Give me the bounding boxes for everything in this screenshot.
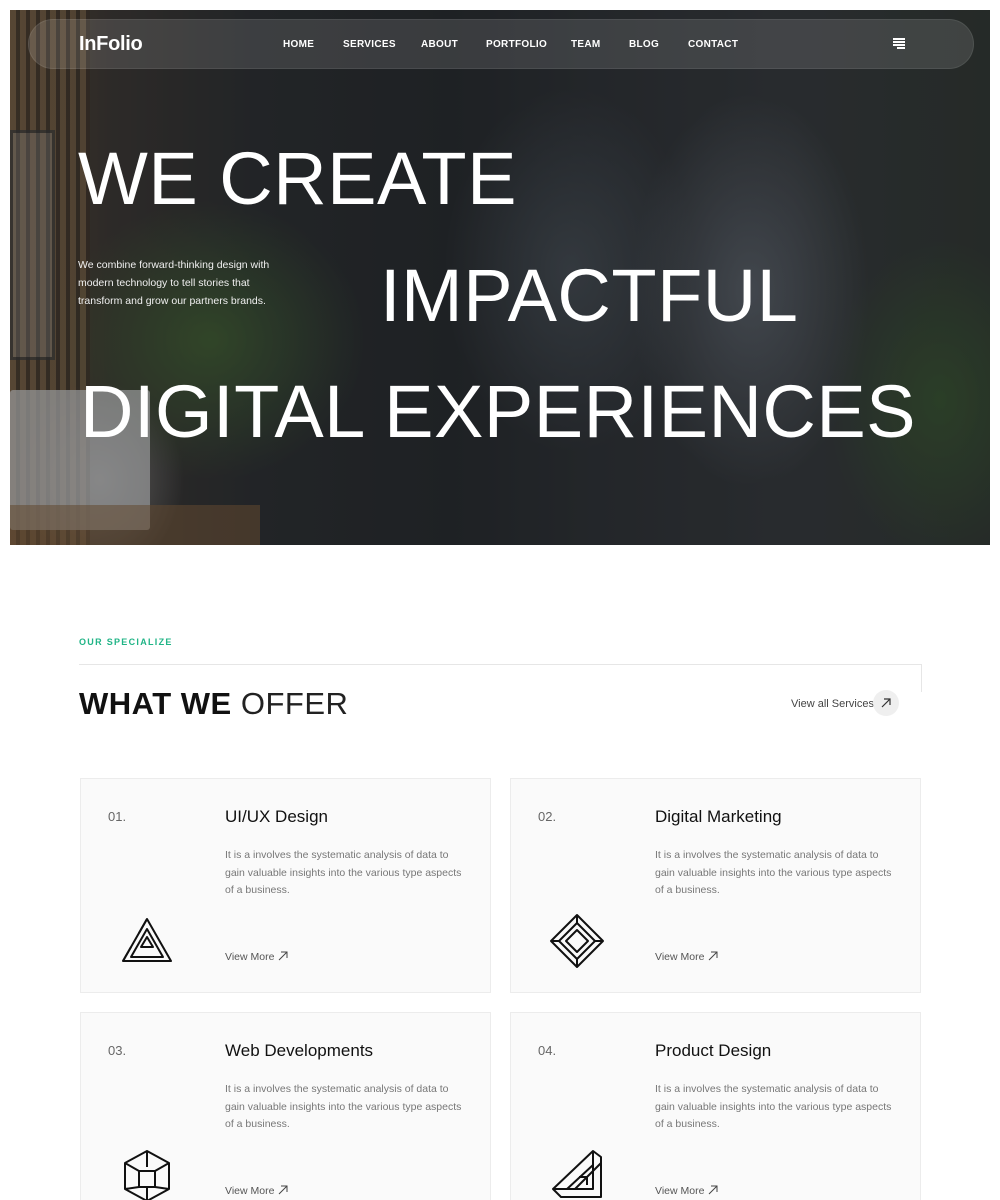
impossible-triangle-icon <box>122 918 172 962</box>
view-more-link[interactable]: View More <box>225 951 274 963</box>
card-description: It is a involves the systematic analysis… <box>655 849 892 896</box>
nav-home[interactable]: HOME <box>283 39 314 50</box>
arrow-up-right-icon <box>881 698 891 708</box>
card-number: 03. <box>108 1043 127 1058</box>
view-more-link[interactable]: View More <box>225 1185 274 1197</box>
hero-headline-line3: DIGITAL EXPERIENCES <box>80 370 917 453</box>
card-number: 01. <box>108 809 127 824</box>
hamburger-icon[interactable] <box>891 38 905 50</box>
impossible-cube-icon <box>124 1150 170 1200</box>
service-card: 03. Web Developments It is a involves th… <box>80 1012 491 1200</box>
section-title-bold: WHAT WE <box>79 686 232 721</box>
card-description: It is a involves the systematic analysis… <box>225 849 462 896</box>
nav-blog[interactable]: BLOG <box>629 39 659 50</box>
card-title: UI/UX Design <box>225 807 328 826</box>
hero-section: InFolio HOME SERVICES ABOUT PORTFOLIO TE… <box>10 10 990 545</box>
arrow-up-right-icon[interactable] <box>278 1185 288 1195</box>
arrow-up-right-icon[interactable] <box>278 951 288 961</box>
top-navbar: InFolio HOME SERVICES ABOUT PORTFOLIO TE… <box>28 19 974 69</box>
card-description: It is a involves the systematic analysis… <box>225 1083 462 1130</box>
view-all-button[interactable] <box>873 690 899 716</box>
nav-contact[interactable]: CONTACT <box>688 39 738 50</box>
arrow-up-right-icon[interactable] <box>708 951 718 961</box>
hero-headline-line2: IMPACTFUL <box>380 254 799 337</box>
impossible-diamond-icon <box>550 914 604 968</box>
hero-description: We combine forward-thinking design with … <box>78 259 270 307</box>
card-title: Digital Marketing <box>655 807 782 826</box>
card-number: 02. <box>538 809 557 824</box>
card-number: 04. <box>538 1043 557 1058</box>
nav-services[interactable]: SERVICES <box>343 39 396 50</box>
nav-team[interactable]: TEAM <box>571 39 601 50</box>
service-card: 02. Digital Marketing It is a involves t… <box>510 778 921 993</box>
card-description: It is a involves the systematic analysis… <box>655 1083 892 1130</box>
section-title: WHAT WE OFFER <box>79 686 348 722</box>
section-divider-end <box>921 664 922 692</box>
impossible-shape-icon <box>552 1150 602 1198</box>
nav-portfolio[interactable]: PORTFOLIO <box>486 39 547 50</box>
brand-logo[interactable]: InFolio <box>79 33 143 56</box>
nav-about[interactable]: ABOUT <box>421 39 458 50</box>
view-more-link[interactable]: View More <box>655 1185 704 1197</box>
arrow-up-right-icon[interactable] <box>708 1185 718 1195</box>
card-title: Product Design <box>655 1041 772 1060</box>
section-divider <box>79 664 922 665</box>
service-card: 01. UI/UX Design It is a involves the sy… <box>80 778 491 993</box>
card-title: Web Developments <box>225 1041 374 1060</box>
view-all-services-link[interactable]: View all Services <box>791 698 874 710</box>
service-card: 04. Product Design It is a involves the … <box>510 1012 921 1200</box>
section-eyebrow: OUR SPECIALIZE <box>79 637 173 647</box>
section-title-light: OFFER <box>240 686 349 721</box>
view-more-link[interactable]: View More <box>655 951 704 963</box>
hero-headline-line1: WE CREATE <box>78 137 517 220</box>
